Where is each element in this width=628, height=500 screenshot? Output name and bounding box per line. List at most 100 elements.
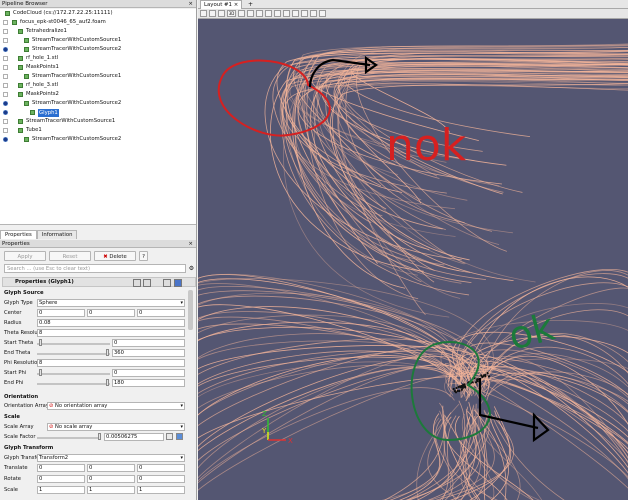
- apply-button[interactable]: Apply: [4, 251, 46, 261]
- pipeline-item[interactable]: StreamTracerWithCustomSource2: [0, 99, 196, 108]
- select-polygon-icon[interactable]: [283, 10, 290, 17]
- interactive-select-icon[interactable]: [292, 10, 299, 17]
- clear-selection-icon[interactable]: [319, 10, 326, 17]
- camera-redo-icon[interactable]: [247, 10, 254, 17]
- start-theta-handle[interactable]: [39, 339, 42, 346]
- close-icon[interactable]: ×: [234, 2, 239, 8]
- eye-icon[interactable]: [3, 38, 8, 43]
- start-phi-slider[interactable]: [37, 373, 110, 375]
- translate-y-field[interactable]: 0: [87, 464, 135, 472]
- gear-icon[interactable]: ⚙: [188, 265, 195, 272]
- start-theta-slider[interactable]: [37, 343, 110, 345]
- reset-button[interactable]: Reset: [49, 251, 91, 261]
- toggle-3d-button[interactable]: 3D: [227, 10, 236, 17]
- paste-icon[interactable]: [143, 279, 151, 287]
- end-phi-field[interactable]: 180: [112, 379, 185, 387]
- pipeline-item[interactable]: MaskPoints1: [0, 63, 196, 72]
- help-button[interactable]: ?: [139, 251, 148, 261]
- render-view[interactable]: Layout #1 × + 3D nok ok Z Y X: [198, 0, 628, 500]
- reset-to-range-icon[interactable]: [176, 433, 183, 440]
- shrink-selection-icon[interactable]: [310, 10, 317, 17]
- eye-icon[interactable]: [3, 110, 8, 115]
- eye-icon[interactable]: [3, 92, 8, 97]
- select-frustum-icon[interactable]: [274, 10, 281, 17]
- radius-field[interactable]: 0.08: [37, 319, 185, 327]
- scale-y-field[interactable]: 1: [87, 486, 135, 494]
- 3d-canvas[interactable]: nok ok Z Y X: [198, 20, 628, 500]
- translate-z-field[interactable]: 0: [137, 464, 185, 472]
- copy-icon[interactable]: [133, 279, 141, 287]
- scale-factor-slider[interactable]: [37, 437, 101, 439]
- translate-x-field[interactable]: 0: [37, 464, 85, 472]
- end-theta-slider[interactable]: [37, 353, 110, 355]
- end-theta-handle[interactable]: [106, 349, 109, 356]
- calculator-icon[interactable]: [166, 433, 173, 440]
- orientation-array-select[interactable]: ⊘ No orientation array: [47, 402, 185, 410]
- close-icon[interactable]: ×: [188, 240, 196, 247]
- delete-button[interactable]: ✖ Delete: [94, 251, 136, 261]
- new-layout-button[interactable]: +: [248, 0, 253, 9]
- grow-selection-icon[interactable]: [301, 10, 308, 17]
- center-x-field[interactable]: 0: [37, 309, 85, 317]
- pipeline-item[interactable]: CodeCloud (cs://172.27.22.25:11111): [0, 9, 196, 18]
- theta-resolution-field[interactable]: 8: [37, 329, 185, 337]
- select-cells-icon[interactable]: [256, 10, 263, 17]
- rotate-y-field[interactable]: 0: [87, 475, 135, 483]
- eye-icon[interactable]: [3, 74, 8, 79]
- split-vertical-icon[interactable]: [209, 10, 216, 17]
- camera-undo-icon[interactable]: [238, 10, 245, 17]
- pipeline-item[interactable]: StreamTracerWithCustomSource2: [0, 45, 196, 54]
- pipeline-item[interactable]: Tube1: [0, 126, 196, 135]
- end-theta-field[interactable]: 360: [112, 349, 185, 357]
- eye-icon[interactable]: [3, 56, 8, 61]
- start-phi-field[interactable]: 0: [112, 369, 185, 377]
- pipeline-item[interactable]: Glyph1: [0, 108, 196, 117]
- scale-z-field[interactable]: 1: [137, 486, 185, 494]
- eye-icon[interactable]: [3, 101, 8, 106]
- eye-icon[interactable]: [3, 29, 8, 34]
- split-horizontal-icon[interactable]: [200, 10, 207, 17]
- scale-factor-handle[interactable]: [98, 433, 101, 440]
- save-icon[interactable]: [174, 279, 182, 287]
- select-points-icon[interactable]: [265, 10, 272, 17]
- phi-resolution-field[interactable]: 8: [37, 359, 185, 367]
- tab-properties[interactable]: Properties: [0, 230, 37, 239]
- scale-array-select[interactable]: ⊘ No scale array: [47, 423, 185, 431]
- glyph-type-select[interactable]: Sphere: [37, 299, 185, 307]
- pipeline-item[interactable]: focus_epk-st0046_65_auf2.foam: [0, 18, 196, 27]
- end-phi-handle[interactable]: [106, 379, 109, 386]
- properties-scrollbar[interactable]: [188, 290, 193, 330]
- scale-x-field[interactable]: 1: [37, 486, 85, 494]
- center-y-field[interactable]: 0: [87, 309, 135, 317]
- pipeline-item[interactable]: StreamTracerWithCustomSource1: [0, 117, 196, 126]
- tab-layout-1[interactable]: Layout #1 ×: [200, 0, 243, 9]
- tab-information[interactable]: Information: [36, 230, 78, 239]
- maximize-icon[interactable]: [218, 10, 225, 17]
- pipeline-item[interactable]: StreamTracerWithCustomSource1: [0, 36, 196, 45]
- eye-icon[interactable]: [3, 47, 8, 52]
- rotate-z-field[interactable]: 0: [137, 475, 185, 483]
- eye-icon[interactable]: [3, 119, 8, 124]
- center-z-field[interactable]: 0: [137, 309, 185, 317]
- eye-icon[interactable]: [3, 65, 8, 70]
- eye-icon[interactable]: [3, 128, 8, 133]
- pipeline-item[interactable]: Tetrahedralize1: [0, 27, 196, 36]
- close-icon[interactable]: ×: [188, 0, 196, 7]
- pipeline-item[interactable]: rf_hole_3.stl: [0, 81, 196, 90]
- pipeline-item[interactable]: StreamTracerWithCustomSource1: [0, 72, 196, 81]
- start-theta-field[interactable]: 0: [112, 339, 185, 347]
- eye-icon[interactable]: [3, 83, 8, 88]
- eye-icon[interactable]: [3, 20, 8, 25]
- restore-icon[interactable]: [163, 279, 171, 287]
- pipeline-item[interactable]: MaskPoints2: [0, 90, 196, 99]
- rotate-x-field[interactable]: 0: [37, 475, 85, 483]
- scale-factor-field[interactable]: 0.00506275: [104, 433, 164, 441]
- search-input[interactable]: Search ... (use Esc to clear text): [4, 264, 186, 273]
- glyph-transform-select[interactable]: Transform2: [37, 454, 185, 462]
- start-phi-handle[interactable]: [39, 369, 42, 376]
- end-phi-slider[interactable]: [37, 383, 110, 385]
- pipeline-tree[interactable]: CodeCloud (cs://172.27.22.25:11111) focus…: [0, 9, 196, 225]
- pipeline-item[interactable]: StreamTracerWithCustomSource2: [0, 135, 196, 144]
- pipeline-item[interactable]: rf_hole_1.stl: [0, 54, 196, 63]
- eye-icon[interactable]: [3, 137, 8, 142]
